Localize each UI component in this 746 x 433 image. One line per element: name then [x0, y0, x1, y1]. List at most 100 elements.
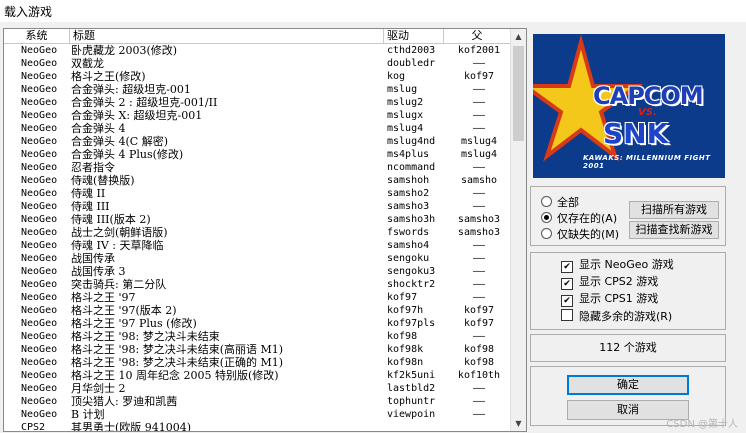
- scan-all-button[interactable]: 扫描所有游戏: [629, 201, 719, 219]
- capcom-logo-text: CAPCOM: [593, 82, 704, 110]
- column-header-system[interactable]: 系统: [4, 29, 70, 43]
- snk-logo-text: SNK: [603, 117, 669, 150]
- table-row[interactable]: CPS2 其男勇士(欧版 941004): [4, 421, 511, 432]
- cell-system: NeoGeo: [21, 305, 58, 316]
- cell-title: 卧虎藏龙 2003(修改): [71, 44, 178, 57]
- radio-missing[interactable]: 仅缺失的(M): [541, 228, 619, 242]
- table-row[interactable]: NeoGeo 合金弹头 4(C 解密) mslug4nd mslug4: [4, 135, 511, 148]
- cell-system: NeoGeo: [21, 357, 58, 368]
- cell-system: NeoGeo: [21, 266, 58, 277]
- table-row[interactable]: NeoGeo 卧虎藏龙 2003(修改) cthd2003 kof2001: [4, 44, 511, 57]
- table-row[interactable]: NeoGeo 侍魂 III(版本 2) samsho3h samsho3: [4, 213, 511, 226]
- ok-button[interactable]: 确定: [567, 375, 689, 395]
- table-row[interactable]: NeoGeo 战国传承 3 sengoku3 ——: [4, 265, 511, 278]
- table-row[interactable]: NeoGeo 突击骑兵: 第二分队 shocktr2 ——: [4, 278, 511, 291]
- scroll-down-icon[interactable]: ▼: [511, 416, 526, 431]
- table-row[interactable]: NeoGeo 格斗之王 '98: 梦之决斗未结束(正确的 M1) kof98n kof…: [4, 356, 511, 369]
- cell-title: 月华剑士 2: [71, 382, 126, 395]
- table-row[interactable]: NeoGeo 双截龙 doubledr ——: [4, 57, 511, 70]
- cell-parent: kof10th: [457, 370, 501, 381]
- checkbox-hide-redundant[interactable]: 隐藏多余的游戏(R): [561, 309, 672, 323]
- cell-parent: kof97: [463, 71, 495, 82]
- table-row[interactable]: NeoGeo 战国传承 sengoku ——: [4, 252, 511, 265]
- checkmark-icon: ✔: [561, 261, 573, 273]
- list-scrollbar[interactable]: ▲ ▼: [510, 29, 526, 431]
- table-row[interactable]: NeoGeo 侍魂 II samsho2 ——: [4, 187, 511, 200]
- column-header-parent[interactable]: 父: [444, 29, 511, 43]
- cell-title: 格斗之王(修改): [71, 70, 146, 83]
- cell-system: NeoGeo: [21, 58, 58, 69]
- cell-parent: ——: [472, 331, 486, 342]
- radio-missing-label: 仅缺失的(M): [557, 228, 620, 241]
- checkbox-show-cps2[interactable]: ✔ 显示 CPS2 游戏: [561, 275, 658, 290]
- cell-driver: doubledr: [387, 58, 436, 69]
- cell-title: 双截龙: [71, 57, 104, 70]
- table-row[interactable]: NeoGeo 格斗之王 '97 kof97 ——: [4, 291, 511, 304]
- cell-system: NeoGeo: [21, 188, 58, 199]
- cell-title: 其男勇士(欧版 941004): [71, 421, 192, 432]
- game-list[interactable]: 系统 标题 驱动 父 NeoGeo 卧虎藏龙 2003(修改) cthd2003 ko…: [3, 28, 527, 432]
- table-row[interactable]: NeoGeo 合金弹头 X: 超级坦克-001 mslugx ——: [4, 109, 511, 122]
- table-row[interactable]: NeoGeo 合金弹头 4 mslug4 ——: [4, 122, 511, 135]
- cell-driver: kof98: [387, 331, 418, 342]
- cell-title: 战士之剑(朝鲜语版): [71, 226, 168, 239]
- scan-new-button[interactable]: 扫描查找新游戏: [629, 221, 719, 239]
- table-row[interactable]: NeoGeo 月华剑士 2 lastbld2 ——: [4, 382, 511, 395]
- radio-all[interactable]: 全部: [541, 196, 579, 210]
- preview-subtitle: KAWAKS: MILLENNIUM FIGHT 2001: [583, 154, 711, 170]
- table-row[interactable]: NeoGeo 侍魂(替换版) samshoh samsho: [4, 174, 511, 187]
- checkbox-show-neogeo-label: 显示 NeoGeo 游戏: [579, 258, 674, 271]
- cell-title: 侍魂(替换版): [71, 174, 135, 187]
- table-row[interactable]: NeoGeo B 计划 viewpoin ——: [4, 408, 511, 421]
- cell-parent: ——: [472, 162, 486, 173]
- cell-parent: ——: [472, 240, 486, 251]
- display-options-group: ✔ 显示 NeoGeo 游戏 ✔ 显示 CPS2 游戏 ✔ 显示 CPS1 游戏 隐藏…: [530, 252, 726, 330]
- checkmark-icon: ✔: [561, 278, 573, 290]
- cell-driver: shocktr2: [387, 279, 436, 290]
- cell-parent: ——: [472, 292, 486, 303]
- cell-driver: viewpoin: [387, 409, 436, 420]
- table-row[interactable]: NeoGeo 忍者指令 ncommand ——: [4, 161, 511, 174]
- table-row[interactable]: NeoGeo 顶尖猎人: 罗迪和凯茜 tophuntr ——: [4, 395, 511, 408]
- cell-title: 侍魂 IV : 天草降临: [71, 239, 164, 252]
- cell-title: 侍魂 III(版本 2): [71, 213, 151, 226]
- cell-title: 格斗之王 '98: 梦之决斗未结束(高丽语 M1): [71, 343, 284, 356]
- checkbox-show-cps1[interactable]: ✔ 显示 CPS1 游戏: [561, 292, 659, 307]
- cell-driver: [387, 421, 447, 431]
- scroll-thumb[interactable]: [513, 46, 524, 141]
- filter-group: 全部 仅存在的(A) 仅缺失的(M) 扫描所有游戏 扫描查找新游戏: [530, 186, 726, 246]
- cell-title: 格斗之王 '97: [71, 291, 136, 304]
- table-row[interactable]: NeoGeo 格斗之王 10 周年纪念 2005 特别版(修改) kf2k5uni k…: [4, 369, 511, 382]
- table-row[interactable]: NeoGeo 格斗之王 '97 Plus (修改) kof97pls kof97: [4, 317, 511, 330]
- cell-title: 侍魂 III: [71, 200, 110, 213]
- column-header-driver[interactable]: 驱动: [384, 29, 444, 43]
- table-row[interactable]: NeoGeo 合金弹头 4 Plus(修改) ms4plus mslug4: [4, 148, 511, 161]
- cell-system: NeoGeo: [21, 123, 58, 134]
- cell-driver: ms4plus: [387, 149, 430, 160]
- radio-all-label: 全部: [557, 196, 579, 209]
- cell-driver: samshoh: [387, 175, 430, 186]
- checkbox-show-neogeo[interactable]: ✔ 显示 NeoGeo 游戏: [561, 258, 674, 273]
- cell-system: NeoGeo: [21, 370, 58, 381]
- table-row[interactable]: NeoGeo 侍魂 IV : 天草降临 samsho4 ——: [4, 239, 511, 252]
- scroll-up-icon[interactable]: ▲: [511, 29, 526, 44]
- radio-available[interactable]: 仅存在的(A): [541, 212, 617, 226]
- cell-title: 格斗之王 '97 Plus (修改): [71, 317, 197, 330]
- table-row[interactable]: NeoGeo 侍魂 III samsho3 ——: [4, 200, 511, 213]
- table-row[interactable]: NeoGeo 格斗之王(修改) kog kof97: [4, 70, 511, 83]
- cell-system: NeoGeo: [21, 240, 58, 251]
- cell-title: 格斗之王 '98: 梦之决斗未结束(正确的 M1): [71, 356, 284, 369]
- table-row[interactable]: NeoGeo 格斗之王 '98: 梦之决斗未结束 kof98 ——: [4, 330, 511, 343]
- cell-system: NeoGeo: [21, 279, 58, 290]
- cell-driver: cthd2003: [387, 45, 436, 56]
- checkbox-show-cps1-label: 显示 CPS1 游戏: [579, 292, 659, 305]
- table-row[interactable]: NeoGeo 战士之剑(朝鲜语版) fswords samsho3: [4, 226, 511, 239]
- column-header-title[interactable]: 标题: [70, 29, 384, 43]
- table-row[interactable]: NeoGeo 合金弹头 2 : 超级坦克-001/II mslug2 ——: [4, 96, 511, 109]
- table-row[interactable]: NeoGeo 合金弹头: 超级坦克-001 mslug ——: [4, 83, 511, 96]
- table-row[interactable]: NeoGeo 格斗之王 '98: 梦之决斗未结束(高丽语 M1) kof98k kof…: [4, 343, 511, 356]
- cell-system: NeoGeo: [21, 292, 58, 303]
- table-row[interactable]: NeoGeo 格斗之王 '97(版本 2) kof97h kof97: [4, 304, 511, 317]
- cell-driver: samsho2: [387, 188, 430, 199]
- cell-title: 战国传承 3: [71, 265, 126, 278]
